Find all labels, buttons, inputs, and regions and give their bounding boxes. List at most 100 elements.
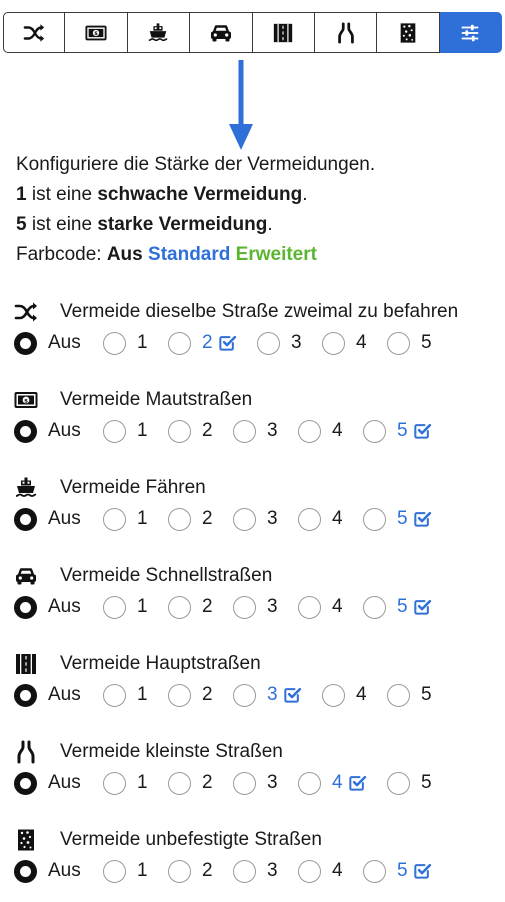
radio-button[interactable] bbox=[363, 859, 386, 883]
option-3[interactable]: 3 bbox=[257, 328, 302, 358]
option-4[interactable]: 4 bbox=[298, 416, 343, 446]
radio-button[interactable] bbox=[298, 419, 321, 443]
radio-button[interactable] bbox=[103, 419, 126, 443]
radio-button[interactable] bbox=[387, 771, 410, 795]
tab-main-roads[interactable] bbox=[252, 12, 315, 53]
option-2[interactable]: 2 bbox=[168, 592, 213, 622]
radio-button[interactable] bbox=[14, 859, 37, 883]
radio-button[interactable] bbox=[103, 771, 126, 795]
radio-button[interactable] bbox=[103, 507, 126, 531]
option-4[interactable]: 4 bbox=[298, 504, 343, 534]
option-aus[interactable]: Aus bbox=[14, 592, 81, 622]
radio-button[interactable] bbox=[363, 507, 386, 531]
radio-button[interactable] bbox=[233, 683, 256, 707]
radio-button[interactable] bbox=[103, 331, 126, 355]
option-5[interactable]: 5 bbox=[387, 768, 432, 798]
radio-button[interactable] bbox=[168, 507, 191, 531]
shuffle-icon bbox=[14, 298, 44, 326]
tab-unpaved-roads[interactable] bbox=[377, 12, 440, 53]
radio-button[interactable] bbox=[168, 419, 191, 443]
radio-button[interactable] bbox=[257, 331, 280, 355]
option-4[interactable]: 4 bbox=[322, 328, 367, 358]
option-aus[interactable]: Aus bbox=[14, 680, 81, 710]
radio-button[interactable] bbox=[103, 683, 126, 707]
option-5[interactable]: 5 bbox=[387, 680, 432, 710]
option-3[interactable]: 3 bbox=[233, 768, 278, 798]
option-1[interactable]: 1 bbox=[103, 328, 148, 358]
option-5[interactable]: 5 bbox=[363, 856, 432, 886]
radio-button[interactable] bbox=[168, 595, 191, 619]
option-aus[interactable]: Aus bbox=[14, 416, 81, 446]
radio-button[interactable] bbox=[233, 771, 256, 795]
radio-button[interactable] bbox=[168, 771, 191, 795]
option-label: 4 bbox=[332, 860, 343, 881]
option-2[interactable]: 2 bbox=[168, 328, 237, 358]
option-5[interactable]: 5 bbox=[387, 328, 432, 358]
radio-button[interactable] bbox=[298, 859, 321, 883]
option-4[interactable]: 4 bbox=[298, 768, 367, 798]
option-1[interactable]: 1 bbox=[103, 592, 148, 622]
radio-button[interactable] bbox=[168, 331, 191, 355]
option-aus[interactable]: Aus bbox=[14, 856, 81, 886]
radio-button[interactable] bbox=[14, 507, 37, 531]
option-label: 5 bbox=[421, 684, 432, 705]
option-3[interactable]: 3 bbox=[233, 856, 278, 886]
radio-button[interactable] bbox=[14, 771, 37, 795]
radio-button[interactable] bbox=[233, 859, 256, 883]
radio-button[interactable] bbox=[322, 331, 345, 355]
radio-button[interactable] bbox=[322, 683, 345, 707]
option-1[interactable]: 1 bbox=[103, 680, 148, 710]
option-aus[interactable]: Aus bbox=[14, 768, 81, 798]
tab-highways[interactable] bbox=[190, 12, 253, 53]
option-1[interactable]: 1 bbox=[103, 768, 148, 798]
option-3[interactable]: 3 bbox=[233, 680, 302, 710]
radio-button[interactable] bbox=[298, 771, 321, 795]
tab-small-roads[interactable] bbox=[314, 12, 378, 53]
option-2[interactable]: 2 bbox=[168, 504, 213, 534]
radio-button[interactable] bbox=[298, 595, 321, 619]
radio-button[interactable] bbox=[363, 419, 386, 443]
option-3[interactable]: 3 bbox=[233, 416, 278, 446]
option-label: 5 bbox=[397, 508, 408, 529]
radio-button[interactable] bbox=[387, 331, 410, 355]
radio-button[interactable] bbox=[103, 595, 126, 619]
radio-button[interactable] bbox=[298, 507, 321, 531]
option-1[interactable]: 1 bbox=[103, 416, 148, 446]
option-label: 3 bbox=[267, 772, 278, 793]
radio-button[interactable] bbox=[168, 859, 191, 883]
radio-button[interactable] bbox=[14, 595, 37, 619]
option-2[interactable]: 2 bbox=[168, 856, 213, 886]
option-4[interactable]: 4 bbox=[298, 592, 343, 622]
option-4[interactable]: 4 bbox=[298, 856, 343, 886]
option-5[interactable]: 5 bbox=[363, 592, 432, 622]
radio-button[interactable] bbox=[168, 683, 191, 707]
option-5[interactable]: 5 bbox=[363, 504, 432, 534]
radio-button[interactable] bbox=[233, 595, 256, 619]
radio-button[interactable] bbox=[14, 331, 37, 355]
radio-button[interactable] bbox=[233, 419, 256, 443]
option-label: Aus bbox=[48, 860, 81, 881]
radio-button[interactable] bbox=[14, 683, 37, 707]
tab-ferries[interactable] bbox=[127, 12, 191, 53]
radio-button[interactable] bbox=[233, 507, 256, 531]
arrow-down-icon bbox=[229, 60, 253, 150]
option-5[interactable]: 5 bbox=[363, 416, 432, 446]
option-1[interactable]: 1 bbox=[103, 504, 148, 534]
option-2[interactable]: 2 bbox=[168, 680, 213, 710]
option-aus[interactable]: Aus bbox=[14, 328, 81, 358]
option-2[interactable]: 2 bbox=[168, 416, 213, 446]
option-1[interactable]: 1 bbox=[103, 856, 148, 886]
radio-button[interactable] bbox=[103, 859, 126, 883]
radio-button[interactable] bbox=[14, 419, 37, 443]
option-3[interactable]: 3 bbox=[233, 504, 278, 534]
option-2[interactable]: 2 bbox=[168, 768, 213, 798]
radio-button[interactable] bbox=[363, 595, 386, 619]
tab-settings[interactable] bbox=[439, 12, 502, 53]
tab-same-road[interactable] bbox=[3, 12, 66, 53]
tab-toll-roads[interactable] bbox=[65, 12, 128, 53]
option-label: 3 bbox=[267, 508, 278, 529]
option-aus[interactable]: Aus bbox=[14, 504, 81, 534]
radio-button[interactable] bbox=[387, 683, 410, 707]
option-4[interactable]: 4 bbox=[322, 680, 367, 710]
option-3[interactable]: 3 bbox=[233, 592, 278, 622]
